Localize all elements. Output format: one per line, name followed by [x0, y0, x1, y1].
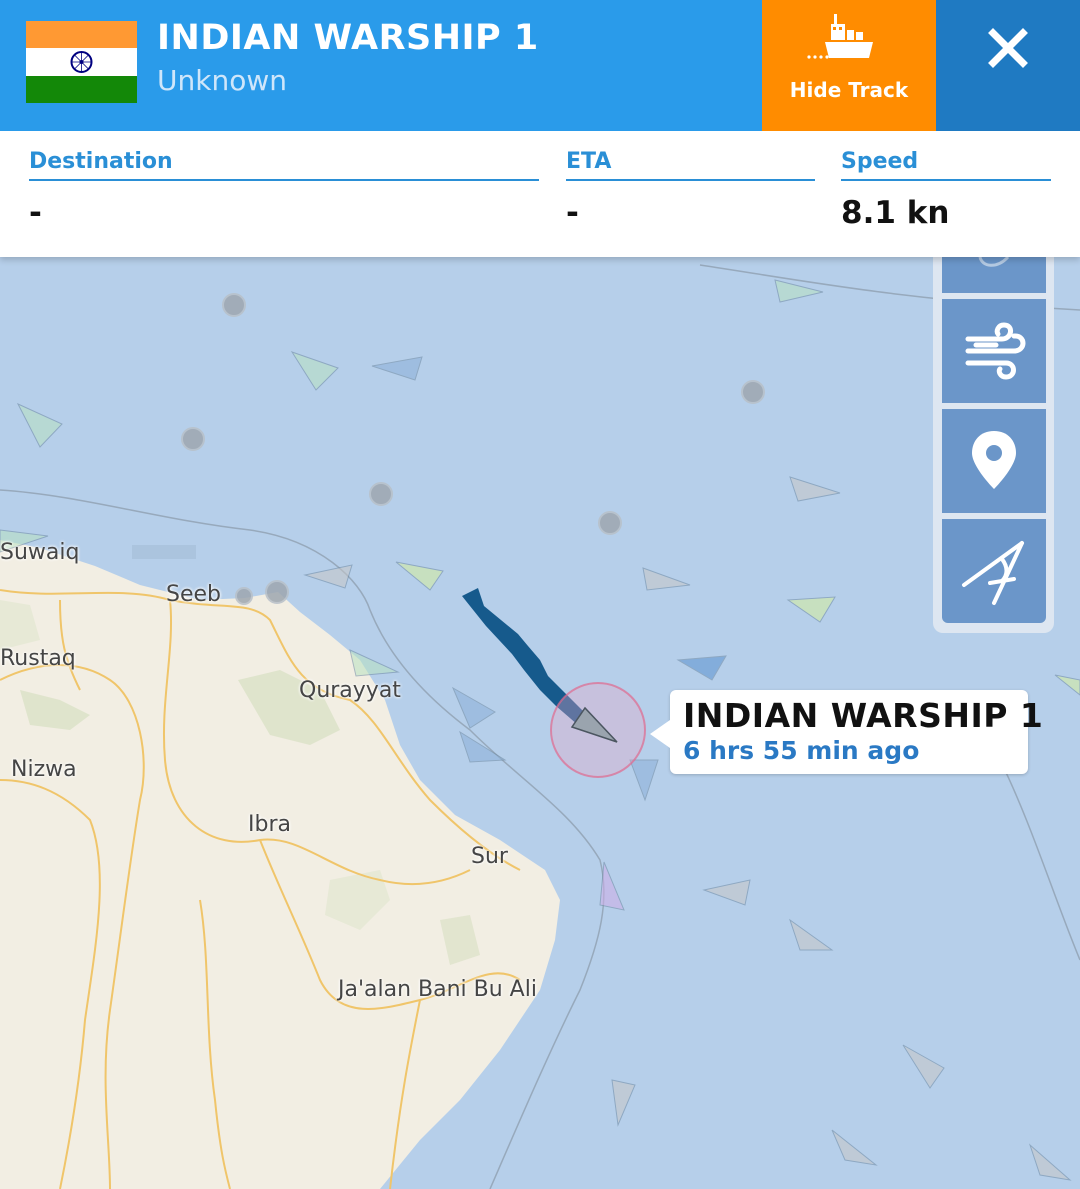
- hide-track-button[interactable]: Hide Track: [762, 0, 936, 131]
- vessel-callout[interactable]: INDIAN WARSHIP 1 6 hrs 55 min ago: [650, 690, 1043, 774]
- speed-label: Speed: [841, 149, 1051, 181]
- eta-value: -: [566, 195, 579, 231]
- speed-field: Speed 8.1 kn: [841, 149, 1051, 231]
- place-label-seeb: Seeb: [166, 582, 221, 607]
- destination-label: Destination: [29, 149, 539, 181]
- india-flag-icon: [26, 21, 137, 103]
- destination-value: -: [29, 195, 42, 231]
- eta-label: ETA: [566, 149, 815, 181]
- place-label-qurayyat: Qurayyat: [299, 678, 401, 703]
- map-tools-panel: [933, 257, 1054, 633]
- track-dots-icon: [807, 55, 829, 59]
- callout-time-ago: 6 hrs 55 min ago: [683, 736, 920, 765]
- close-icon: [988, 28, 1028, 68]
- place-label-nizwa: Nizwa: [11, 757, 77, 782]
- place-label-suwaiq: Suwaiq: [0, 540, 80, 565]
- close-button[interactable]: [936, 0, 1080, 131]
- measure-distance-icon: [962, 541, 1024, 605]
- eta-field: ETA -: [566, 149, 815, 231]
- vessel-type: Unknown: [157, 64, 287, 97]
- speed-value: 8.1 kn: [841, 195, 950, 231]
- callout-vessel-name: INDIAN WARSHIP 1: [683, 696, 1044, 735]
- measure-button[interactable]: [942, 519, 1046, 623]
- location-button[interactable]: [942, 409, 1046, 513]
- wind-button[interactable]: [942, 299, 1046, 403]
- place-label-ibra: Ibra: [248, 812, 291, 837]
- layers-icon: [978, 257, 1010, 267]
- vessel-name: INDIAN WARSHIP 1: [157, 18, 539, 58]
- vessel-info-panel: Destination - ETA - Speed 8.1 kn: [0, 131, 1080, 257]
- place-label-jaalan: Ja'alan Bani Bu Ali: [338, 977, 537, 1002]
- place-label-sur: Sur: [471, 844, 508, 869]
- vessel-header: INDIAN WARSHIP 1 Unknown Hide Track: [0, 0, 1080, 131]
- layers-button[interactable]: [942, 257, 1046, 293]
- wind-icon: [965, 322, 1026, 380]
- hide-track-label: Hide Track: [789, 78, 909, 102]
- location-pin-icon: [972, 431, 1016, 489]
- destination-field: Destination -: [29, 149, 539, 231]
- place-label-rustaq: Rustaq: [0, 646, 76, 671]
